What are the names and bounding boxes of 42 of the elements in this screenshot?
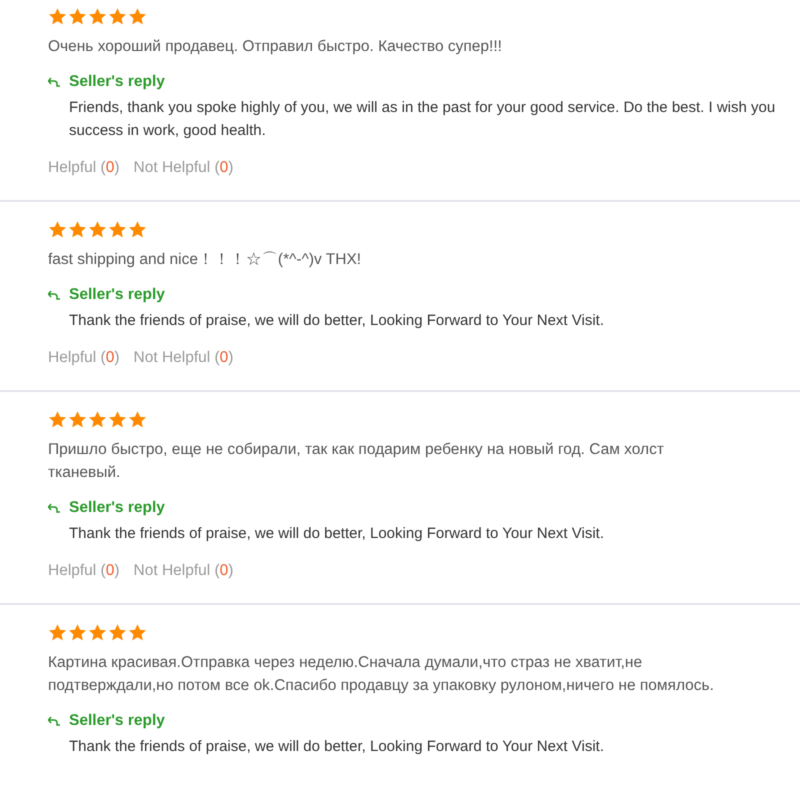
star-icon	[128, 622, 147, 642]
seller-reply-label: Seller's reply	[69, 285, 165, 305]
reply-arrow-icon	[48, 77, 61, 87]
helpful-link[interactable]: Helpful (0)	[48, 158, 120, 178]
star-icon	[68, 220, 87, 238]
helpful-link[interactable]: Helpful (0)	[48, 348, 120, 368]
not-helpful-link[interactable]: Not Helpful (0)	[134, 158, 234, 178]
star-icon	[68, 622, 87, 642]
seller-reply-text: Thank the friends of praise, we will do better, Looking Forward to Your Next Visit.	[69, 524, 606, 544]
star-icon	[128, 220, 147, 238]
review-text: fast shipping and nice！！！☆⌒(*^-^)v THX!	[48, 250, 362, 270]
star-icon	[88, 220, 107, 238]
star-icon	[88, 6, 107, 26]
not-helpful-link[interactable]: Not Helpful (0)	[134, 561, 234, 581]
star-icon	[88, 410, 107, 428]
not-helpful-link[interactable]: Not Helpful (0)	[134, 348, 234, 368]
seller-reply-text: Thank the friends of praise, we will do better, Looking Forward to Your Next Visit.	[69, 737, 606, 757]
review-text: Пришло быстро, еще не собирали, так как подарим ребенку на новый год. Сам холст тканевый.	[48, 440, 665, 483]
star-icon	[68, 410, 87, 428]
star-icon	[48, 6, 67, 26]
reply-arrow-icon	[48, 503, 61, 513]
star-icon	[68, 6, 87, 26]
star-icon	[88, 622, 107, 642]
seller-reply-label: Seller's reply	[69, 498, 165, 518]
star-icon	[108, 410, 127, 428]
star-icon	[128, 410, 147, 428]
reply-arrow-icon	[48, 290, 61, 300]
seller-reply-text: Friends, thank you spoke highly of you, we will as in the past for your good service. Do the best. I wish you success in work, good health.	[69, 98, 776, 141]
seller-reply-text: Thank the friends of praise, we will do better, Looking Forward to Your Next Visit.	[69, 311, 606, 331]
review-text: Очень хороший продавец. Отправил быстро. Качество супер!!!	[48, 37, 503, 57]
seller-reply-label: Seller's reply	[69, 72, 165, 92]
star-icon	[108, 220, 127, 238]
star-icon	[128, 6, 147, 26]
review-text: Картина красивая.Отправка через неделю.Сначала думали,что страз не хватит,не подтверждали,но потом все ok.Спасибо продавцу за упаковку рулоном,ничего не помялось.	[48, 653, 715, 696]
seller-reply-label: Seller's reply	[69, 711, 165, 731]
helpful-link[interactable]: Helpful (0)	[48, 561, 120, 581]
star-icon	[48, 410, 67, 428]
star-icon	[108, 622, 127, 642]
star-icon	[48, 220, 67, 238]
reply-arrow-icon	[48, 716, 61, 726]
star-icon	[48, 622, 67, 642]
star-icon	[108, 6, 127, 26]
